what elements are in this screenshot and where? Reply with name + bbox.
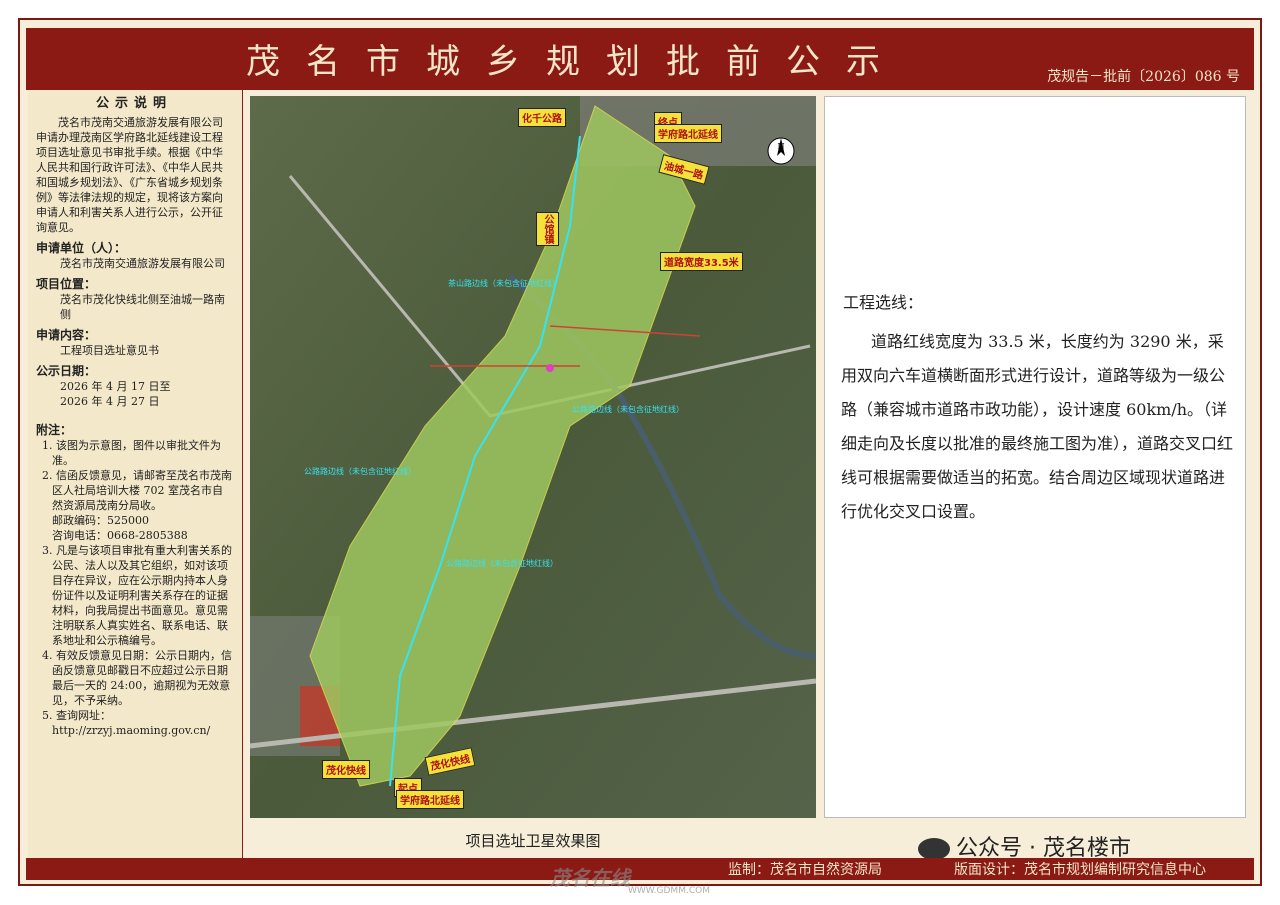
svg-text:N: N — [778, 142, 785, 151]
satellite-map: N 化千公路 终点 学府路北延线 油城一路 公馆镇 道路宽度33.5米 茶山路边… — [250, 96, 816, 818]
notes-list: 1. 该图为示意图，图件以审批文件为准。 2. 信函反馈意见，请邮寄至茂名市茂南… — [36, 438, 232, 738]
title-banner: 茂名市城乡规划批前公示 茂规告－批前〔2026〕086 号 — [26, 28, 1254, 90]
designer-text: 版面设计：茂名市规划编制研究信息中心 — [954, 862, 1206, 878]
site-logo-watermark: 茂名在线 — [550, 866, 630, 890]
site-url-watermark: WWW.GDMM.COM — [628, 886, 710, 896]
map-label-xuefu-south: 学府路北延线 — [396, 790, 464, 809]
date-start: 2026 年 4 月 17 日至 — [60, 380, 171, 393]
north-arrow-drawing: N — [767, 137, 795, 165]
note-item: 1. 该图为示意图，图件以审批文件为准。 — [42, 439, 221, 467]
query-url-link[interactable]: http://zrzyj.maoming.gov.cn/ — [40, 723, 232, 738]
notice-paragraph: 茂名市茂南交通旅游发展有限公司申请办理茂南区学府路北延线建设工程项目选址意见书审… — [36, 116, 223, 234]
map-label-gongguan: 公馆镇 — [536, 212, 559, 246]
junction-marker — [546, 364, 554, 372]
map-label-xuefu-north: 学府路北延线 — [654, 124, 722, 143]
note-item: 5. 查询网址： — [42, 709, 111, 722]
map-annotation: 公路路边线（未包含征地红线） — [572, 405, 684, 414]
map-annotation: 公路路边线（未包含征地红线） — [446, 559, 558, 568]
map-annotation: 公路路边线（未包含征地红线） — [304, 467, 416, 476]
wechat-icon — [918, 838, 950, 860]
note-item: 4. 有效反馈意见日期：公示日期内，信函反馈意见邮戳日不应超过公示日期最后一天的… — [42, 649, 232, 707]
footer-bar: 监制：茂名市自然资源局 版面设计：茂名市规划编制研究信息中心 — [26, 858, 1254, 880]
content-value: 工程项目选址意见书 — [60, 344, 159, 357]
description-body: 道路红线宽度为 33.5 米，长度约为 3290 米，采用双向六车道横断面形式进… — [841, 332, 1234, 521]
date-end: 2026 年 4 月 27 日 — [60, 395, 160, 408]
applicant-label: 申请单位（人）： — [36, 241, 127, 255]
note-item: 3. 凡是与该项目审批有重大利害关系的公民、法人以及其它组织，如对该项目存在异议… — [42, 544, 232, 647]
location-label: 项目位置： — [36, 277, 97, 291]
map-caption: 项目选址卫星效果图 — [465, 832, 601, 850]
note-item: 邮政编码：525000 — [52, 514, 149, 527]
map-annotation: 茶山路边线（未包含征地红线） — [448, 279, 560, 288]
note-item: 咨询电话：0668-2805388 — [52, 529, 188, 542]
note-item: 2. 信函反馈意见，请邮寄至茂名市茂南区人社局培训大楼 702 室茂名市自然资源… — [42, 469, 232, 512]
map-label-maohua-west: 茂化快线 — [322, 760, 370, 779]
document-number: 茂规告－批前〔2026〕086 号 — [1047, 69, 1240, 85]
north-arrow-icon: N — [766, 136, 796, 166]
supervisor-text: 监制：茂名市自然资源局 — [728, 862, 882, 878]
page-title: 茂名市城乡规划批前公示 — [246, 42, 906, 82]
location-value: 茂名市茂化快线北侧至油城一路南侧 — [60, 293, 225, 321]
content-label: 申请内容： — [36, 328, 97, 342]
map-label-huaqi: 化千公路 — [518, 108, 566, 127]
map-label-road-width: 道路宽度33.5米 — [660, 252, 743, 271]
date-label: 公示日期： — [36, 364, 97, 378]
notes-label: 附注： — [36, 423, 73, 437]
notice-panel: 公示说明 茂名市茂南交通旅游发展有限公司申请办理茂南区学府路北延线建设工程项目选… — [28, 90, 243, 858]
notice-heading: 公示说明 — [95, 96, 172, 111]
description-panel: 工程选线： 道路红线宽度为 33.5 米，长度约为 3290 米，采用双向六车道… — [824, 96, 1246, 818]
satellite-map-drawing — [250, 96, 816, 818]
description-heading: 工程选线： — [843, 293, 924, 312]
applicant-value: 茂名市茂南交通旅游发展有限公司 — [60, 257, 225, 270]
